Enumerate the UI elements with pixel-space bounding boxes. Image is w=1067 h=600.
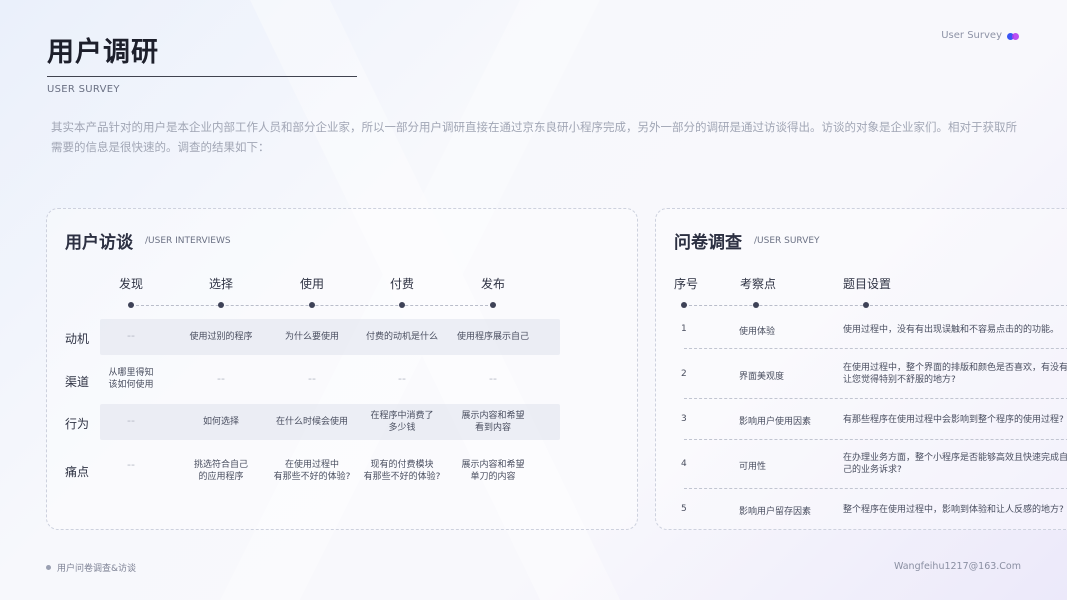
interview-cell: 使用过别的程序 <box>189 332 253 342</box>
interview-cell: -- <box>127 458 135 471</box>
bullet-icon <box>46 565 51 570</box>
timeline-dot <box>490 302 496 308</box>
interview-cell: 现有的付费模块 有那些不好的体验? <box>363 460 441 482</box>
survey-num: 3 <box>681 414 687 424</box>
interview-cell: 为什么要使用 <box>284 332 339 342</box>
interview-cell: 使用程序展示自己 <box>456 332 529 342</box>
timeline-dot <box>128 302 134 308</box>
survey-point: 可用性 <box>739 462 767 472</box>
survey-num: 1 <box>681 324 687 334</box>
survey-separator <box>684 348 1067 349</box>
interviews-card: 用户访谈 /USER INTERVIEWS 发现 选择 使用 付费 发布 动机 … <box>46 208 638 530</box>
survey-num: 4 <box>681 459 687 469</box>
interview-cell: 展示内容和希望 看到内容 <box>461 411 525 433</box>
survey-point: 影响用户使用因素 <box>739 417 812 427</box>
brand-tag: User Survey <box>941 30 1019 41</box>
survey-question: 有那些程序在使用过程中会影响到整个程序的使用过程? <box>843 415 1064 425</box>
footer-left-text: 用户问卷调查&访谈 <box>57 564 137 574</box>
survey-num: 2 <box>681 369 687 379</box>
interviews-title: 用户访谈 <box>65 233 133 253</box>
interviews-subtitle: /USER INTERVIEWS <box>145 236 231 246</box>
interview-cell: 在使用过程中 有那些不好的体验? <box>273 460 351 482</box>
timeline-dot <box>863 302 869 308</box>
survey-separator <box>684 439 1067 440</box>
interview-cell: -- <box>127 414 135 427</box>
interview-cell: -- <box>127 329 135 342</box>
page-subtitle: USER SURVEY <box>47 84 120 95</box>
brand-dots-icon <box>1007 32 1019 40</box>
title-divider <box>47 76 357 77</box>
survey-question: 在使用过程中，整个界面的排版和颜色是否喜欢，有没有让您觉得特别不舒服的地方? <box>843 363 1067 385</box>
interview-cell: 如何选择 <box>202 417 239 427</box>
interview-cell: 挑选符合自己 的应用程序 <box>193 460 248 482</box>
interview-col-head: 发现 <box>118 277 143 291</box>
survey-num: 5 <box>681 504 687 514</box>
survey-point: 使用体验 <box>739 327 776 337</box>
intro-paragraph: 其实本产品针对的用户是本企业内部工作人员和部分企业家，所以一部分用户调研直接在通… <box>51 120 1017 154</box>
survey-subtitle: /USER SURVEY <box>754 236 820 246</box>
interview-cell: 在什么时候会使用 <box>275 417 348 427</box>
interview-cell: -- <box>489 372 497 385</box>
survey-timeline <box>684 305 1067 306</box>
interview-cell: -- <box>398 372 406 385</box>
interview-cell: 付费的动机是什么 <box>365 332 438 342</box>
survey-question: 使用过程中，没有有出现误触和不容易点击的的功能。 <box>843 325 1060 335</box>
timeline-dot <box>753 302 759 308</box>
survey-question: 在办理业务方面，整个小程序是否能够高效且快速完成自己的业务诉求? <box>843 453 1067 475</box>
survey-col-head: 考察点 <box>740 277 777 291</box>
survey-title: 问卷调查 <box>674 233 742 253</box>
survey-col-head: 序号 <box>674 277 699 291</box>
interview-cell: -- <box>308 372 316 385</box>
interview-cell: 展示内容和希望 单刀的内容 <box>461 460 525 482</box>
timeline-dot <box>309 302 315 308</box>
timeline-dot <box>681 302 687 308</box>
footer-email: Wangfeihu1217@163.Com <box>893 561 1021 572</box>
interview-col-head: 发布 <box>480 277 505 291</box>
brand-label: User Survey <box>941 30 1002 41</box>
interview-col-head: 选择 <box>208 277 233 291</box>
interview-cell: 从哪里得知 该如何使用 <box>108 368 154 390</box>
survey-point: 界面美观度 <box>739 372 785 382</box>
timeline-dot <box>218 302 224 308</box>
interview-col-head: 使用 <box>299 277 324 291</box>
interview-cell: 在程序中消费了 多少钱 <box>370 411 434 433</box>
survey-point: 影响用户留存因素 <box>739 507 812 517</box>
survey-separator <box>684 488 1067 489</box>
timeline-dot <box>399 302 405 308</box>
survey-card: 问卷调查 /USER SURVEY 序号 考察点 题目设置 1 使用体验 使用过… <box>655 208 1067 530</box>
footer-label: 用户问卷调查&访谈 <box>46 561 136 574</box>
page-title: 用户调研 <box>47 37 159 68</box>
survey-question: 整个程序在使用过程中，影响到体验和让人反感的地方? <box>843 505 1064 515</box>
survey-separator <box>684 398 1067 399</box>
interview-col-head: 付费 <box>389 277 414 291</box>
interview-cell: -- <box>217 372 225 385</box>
survey-col-head: 题目设置 <box>843 277 892 291</box>
